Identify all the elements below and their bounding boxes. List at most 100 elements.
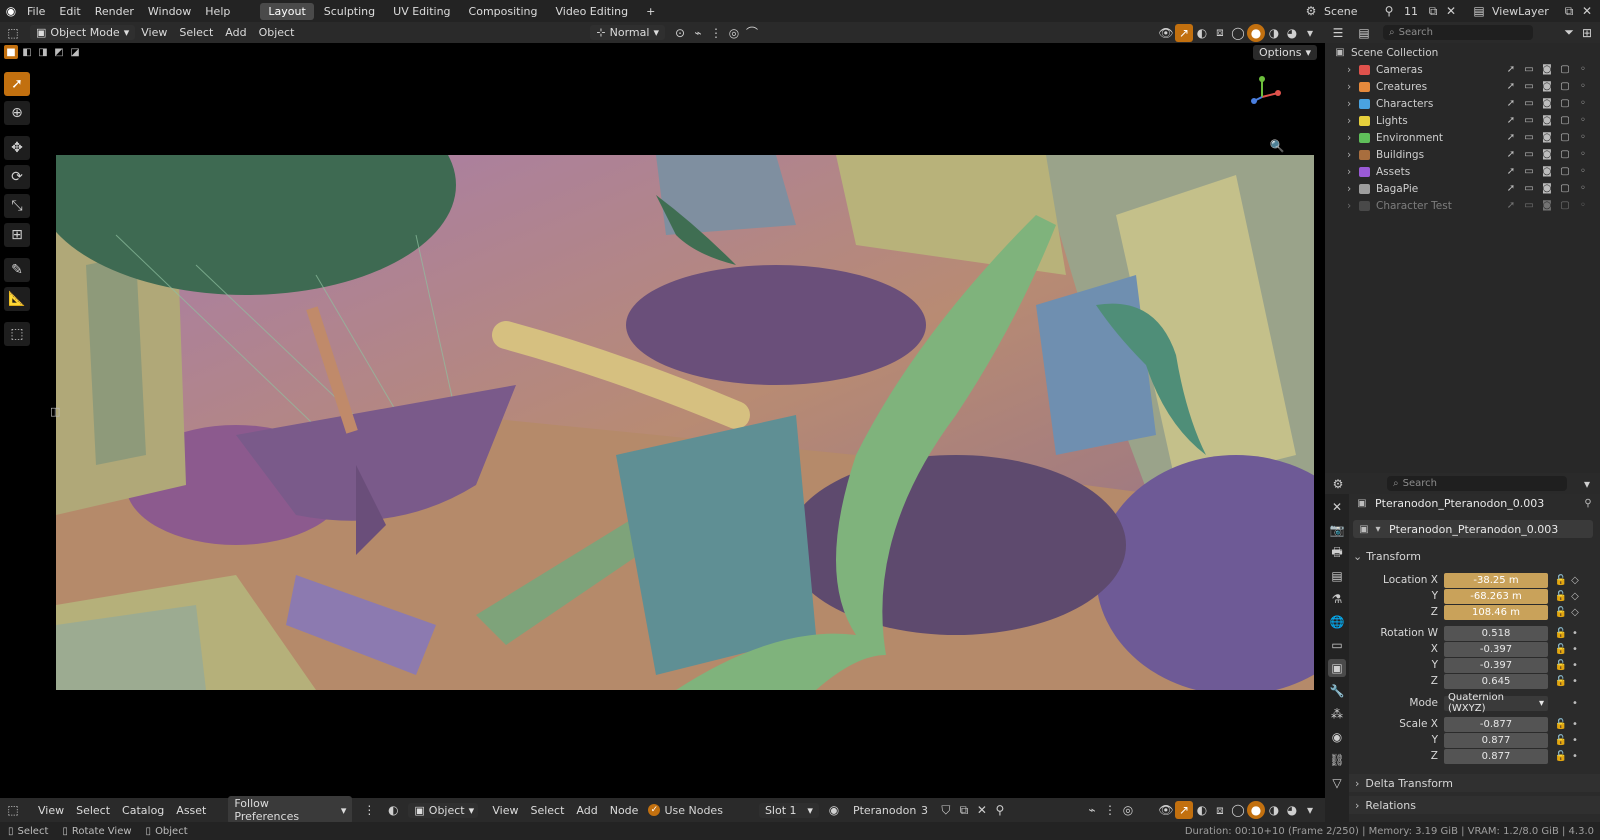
keyframe-icon[interactable]: ◇ <box>1568 573 1582 587</box>
import-method-dropdown[interactable]: Follow Preferences ▾ <box>228 796 353 824</box>
chevron-right-icon[interactable]: › <box>1347 115 1357 127</box>
render-tab-icon[interactable]: 📷 <box>1328 521 1346 539</box>
keyframe-dot-icon[interactable]: • <box>1568 717 1582 731</box>
keyframe-dot-icon[interactable]: • <box>1568 733 1582 747</box>
vp-menu-object[interactable]: Object <box>253 24 301 41</box>
keyframe-dot-icon[interactable]: • <box>1568 674 1582 688</box>
monitor-icon[interactable]: ▭ <box>1522 165 1536 179</box>
relations-panel[interactable]: › Relations <box>1349 796 1600 814</box>
camera-icon[interactable]: ◙ <box>1540 199 1554 213</box>
eye-icon[interactable]: ◦ <box>1576 165 1590 179</box>
unlink-material-icon[interactable]: ✕ <box>973 801 991 819</box>
keyframe-icon[interactable]: ◇ <box>1568 605 1582 619</box>
monitor-icon[interactable]: ▭ <box>1522 131 1536 145</box>
rotation-x-field[interactable]: -0.397 <box>1444 641 1548 657</box>
material-name[interactable]: Pteranodon <box>853 804 921 817</box>
scene-icon[interactable]: ⚙ <box>1302 2 1320 20</box>
object-name-field[interactable]: ▣ ▾ Pteranodon_Pteranodon_0.003 <box>1353 520 1593 538</box>
viewport-render[interactable] <box>56 155 1314 690</box>
orientation-dropdown[interactable]: ⊹ Normal ▾ <box>590 25 665 40</box>
checkbox-icon[interactable]: ▢ <box>1558 63 1572 77</box>
node-menu-node[interactable]: Node <box>604 802 645 819</box>
checkbox-icon[interactable]: ▢ <box>1558 148 1572 162</box>
menu-file[interactable]: File <box>20 5 52 18</box>
delete-scene-icon[interactable]: ✕ <box>1442 2 1460 20</box>
chevron-right-icon[interactable]: › <box>1347 149 1357 161</box>
wireframe-shading-icon[interactable]: ◯ <box>1229 24 1247 42</box>
chevron-right-icon[interactable]: › <box>1347 200 1357 212</box>
node-menu-view[interactable]: View <box>486 802 524 819</box>
select-arrow-icon[interactable]: ➚ <box>1504 80 1518 94</box>
use-nodes-toggle[interactable]: ✓ Use Nodes <box>648 804 723 817</box>
world-tab-icon[interactable]: 🌐 <box>1328 613 1346 631</box>
editor-type-icon[interactable]: ⬚ <box>4 24 22 42</box>
collection-tab-icon[interactable]: ▭ <box>1328 636 1346 654</box>
display-mode-icon[interactable]: ▤ <box>1355 24 1373 42</box>
proportional-edit-icon[interactable]: ◎ <box>725 24 743 42</box>
monitor-icon[interactable]: ▭ <box>1522 182 1536 196</box>
camera-icon[interactable]: ◙ <box>1540 97 1554 111</box>
outliner-collection-row[interactable]: › Characters ➚ ▭ ◙ ▢ ◦ <box>1325 95 1600 112</box>
keyframe-dot-icon[interactable]: • <box>1568 626 1582 640</box>
visibility-icon[interactable]: 👁 <box>1157 801 1175 819</box>
eye-icon[interactable]: ◦ <box>1576 97 1590 111</box>
asset-menu-asset[interactable]: Asset <box>170 802 212 819</box>
viewlayer-name[interactable]: ViewLayer <box>1488 5 1560 18</box>
eye-icon[interactable]: ◦ <box>1576 114 1590 128</box>
falloff-icon[interactable]: ⌒ <box>743 24 761 42</box>
node-menu-select[interactable]: Select <box>524 802 570 819</box>
rotation-z-field[interactable]: 0.645 <box>1444 673 1548 689</box>
duplicate-material-icon[interactable]: ⧉ <box>955 801 973 819</box>
monitor-icon[interactable]: ▭ <box>1522 97 1536 111</box>
chevron-right-icon[interactable]: › <box>1347 132 1357 144</box>
editor-type-icon[interactable]: ☰ <box>1329 24 1347 42</box>
lock-icon[interactable]: 🔓 <box>1554 626 1568 640</box>
keyframe-dot-icon[interactable]: • <box>1568 749 1582 763</box>
asset-menu-catalog[interactable]: Catalog <box>116 802 170 819</box>
location-z-field[interactable]: 108.46 m <box>1444 604 1548 620</box>
lock-icon[interactable]: 🔓 <box>1554 674 1568 688</box>
monitor-icon[interactable]: ▭ <box>1522 199 1536 213</box>
menu-help[interactable]: Help <box>198 5 237 18</box>
chevron-right-icon[interactable]: › <box>1347 183 1357 195</box>
camera-icon[interactable]: ◙ <box>1540 182 1554 196</box>
lock-icon[interactable]: 🔓 <box>1554 749 1568 763</box>
menu-render[interactable]: Render <box>88 5 141 18</box>
axis-gizmo[interactable] <box>1248 73 1288 109</box>
solid-shading-icon[interactable]: ● <box>1247 801 1265 819</box>
transform-panel-header[interactable]: ⌄ Transform <box>1353 548 1421 564</box>
checkbox-icon[interactable]: ▢ <box>1558 165 1572 179</box>
shader-object-dropdown[interactable]: ▣ Object ▾ <box>408 802 479 818</box>
scene-collection-row[interactable]: ▣ Scene Collection <box>1325 44 1600 61</box>
visibility-icon[interactable]: 👁 <box>1157 24 1175 42</box>
monitor-icon[interactable]: ▭ <box>1522 63 1536 77</box>
options-button[interactable]: Options ▾ <box>1253 45 1317 60</box>
physics-tab-icon[interactable]: ◉ <box>1328 728 1346 746</box>
rendered-shading-icon[interactable]: ◕ <box>1283 24 1301 42</box>
constraints-tab-icon[interactable]: ⛓ <box>1328 751 1346 769</box>
keyframe-dot-icon[interactable]: • <box>1568 696 1582 710</box>
move-tool[interactable]: ✥ <box>4 136 30 160</box>
vp-menu-add[interactable]: Add <box>219 24 252 41</box>
location-y-field[interactable]: -68.263 m <box>1444 588 1548 604</box>
chevron-down-icon[interactable]: ▾ <box>1578 475 1596 493</box>
xray-icon[interactable]: ⧈ <box>1211 24 1229 42</box>
material-browse-icon[interactable]: ◉ <box>825 801 843 819</box>
tab-uv-editing[interactable]: UV Editing <box>385 3 458 20</box>
shading-options-icon[interactable]: ▾ <box>1301 801 1319 819</box>
monitor-icon[interactable]: ▭ <box>1522 148 1536 162</box>
outliner-collection-row[interactable]: › BagaPie ➚ ▭ ◙ ▢ ◦ <box>1325 180 1600 197</box>
select-arrow-icon[interactable]: ➚ <box>1504 148 1518 162</box>
pin-icon[interactable]: ⚲ <box>1380 2 1398 20</box>
zoom-icon[interactable]: 🔍 <box>1268 137 1286 155</box>
editor-type-icon[interactable]: ⚙ <box>1329 475 1347 493</box>
add-workspace-button[interactable]: + <box>638 3 663 20</box>
mode-dropdown[interactable]: ▣ Object Mode ▾ <box>30 25 136 40</box>
select-intersect-icon[interactable]: ◪ <box>68 45 82 59</box>
transform-tool[interactable]: ⊞ <box>4 223 30 247</box>
outliner-collection-row[interactable]: › Cameras ➚ ▭ ◙ ▢ ◦ <box>1325 61 1600 78</box>
checkbox-icon[interactable]: ▢ <box>1558 182 1572 196</box>
overlay-icon[interactable]: ◐ <box>1193 801 1211 819</box>
rendered-shading-icon[interactable]: ◕ <box>1283 801 1301 819</box>
slot-dropdown[interactable]: Slot 1 ▾ <box>758 802 819 818</box>
